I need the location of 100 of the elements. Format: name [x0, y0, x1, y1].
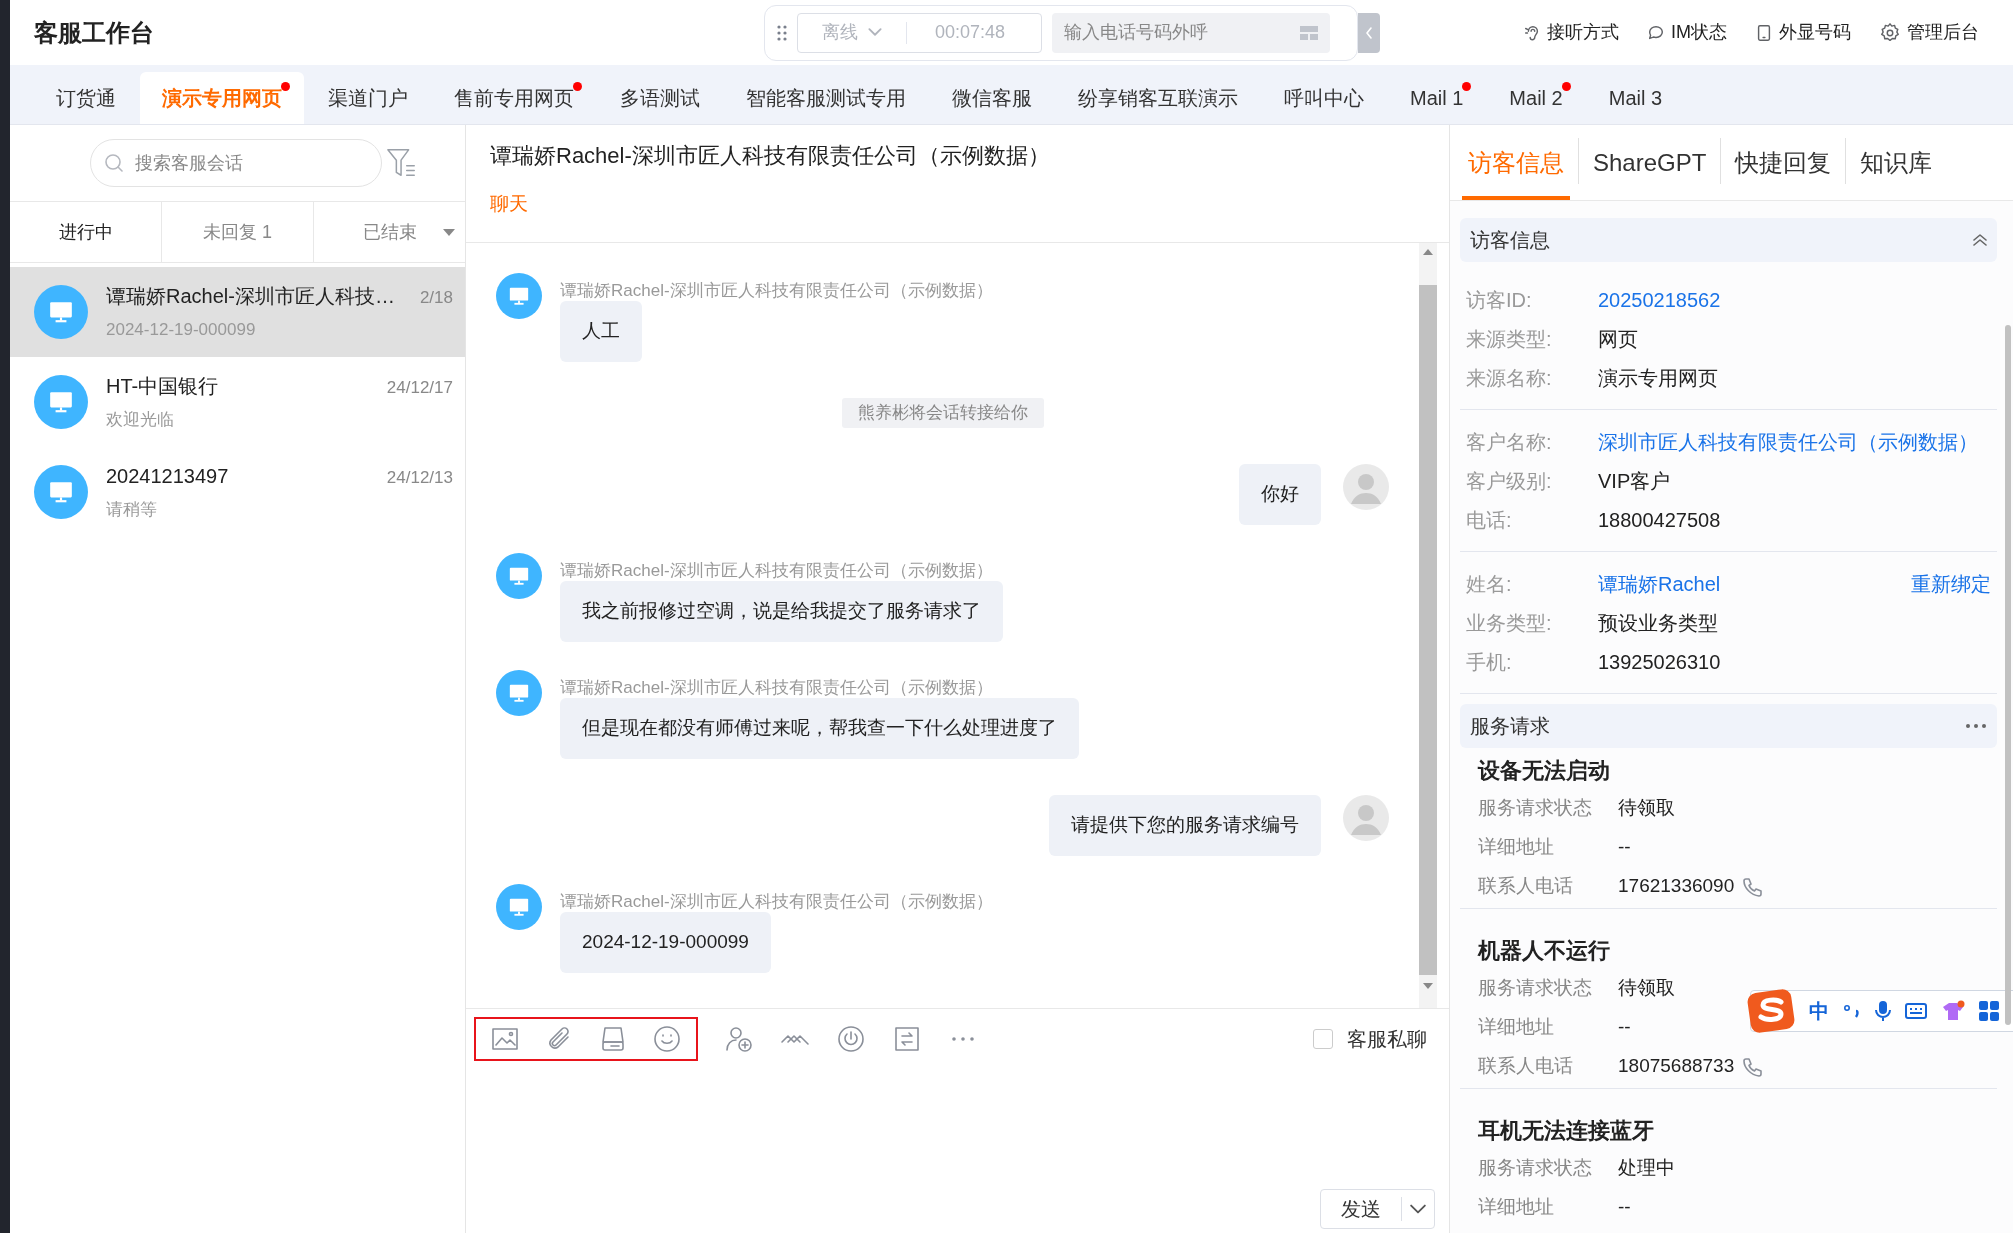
monitor-avatar-icon: [34, 285, 88, 339]
session-name: 谭瑞娇Rachel-深圳市匠人科技…: [106, 284, 395, 310]
scroll-down-icon[interactable]: [1423, 983, 1433, 989]
scroll-up-icon[interactable]: [1423, 249, 1433, 255]
field-link[interactable]: 谭瑞娇Rachel: [1598, 569, 1721, 599]
collapse-icon[interactable]: [1973, 234, 1987, 246]
checkbox[interactable]: [1313, 1029, 1333, 1049]
message-bubble: 请提供下您的服务请求编号: [1049, 795, 1321, 856]
chevron-down-icon: [868, 28, 882, 37]
request-title: 机器人不运行: [1478, 937, 1611, 965]
transfer-icon[interactable]: [892, 1024, 922, 1054]
sender-name: 谭瑞娇Rachel-深圳市匠人科技有限责任公司（示例数据）: [560, 678, 993, 698]
page-tab[interactable]: 售前专用网页: [432, 72, 596, 124]
header-action[interactable]: 接听方式: [1523, 19, 1619, 46]
call-timer: 00:07:48: [934, 21, 1006, 44]
punctuation-icon[interactable]: [1843, 1004, 1861, 1018]
panel-tab[interactable]: 知识库: [1854, 130, 1939, 200]
ear-icon: [1523, 23, 1541, 42]
field-link[interactable]: 深圳市匠人科技有限责任公司（示例数据）: [1598, 427, 1978, 457]
field-label: 访客ID:: [1466, 288, 1533, 313]
field-value: 待领取: [1618, 976, 1675, 1001]
apps-grid-icon[interactable]: [1979, 1001, 1999, 1021]
panel-tab[interactable]: 快捷回复: [1729, 130, 1838, 200]
more-icon[interactable]: [1965, 723, 1987, 729]
field-label: 详细地址: [1478, 835, 1555, 860]
page-tab[interactable]: 订货通: [34, 72, 138, 124]
field-value: 17621336090: [1618, 874, 1735, 899]
field-label: 联系人电话: [1478, 874, 1574, 899]
session-preview: 欢迎光临: [106, 409, 175, 432]
session-time: 2/18: [419, 287, 453, 310]
monitor-avatar-icon: [34, 375, 88, 429]
dropdown-caret-icon: [443, 229, 455, 236]
page-tab[interactable]: 多语测试: [598, 72, 722, 124]
field-value: 网页: [1598, 327, 1638, 352]
section-title: 访客信息: [1470, 228, 1550, 253]
page-tab[interactable]: 呼叫中心: [1262, 72, 1386, 124]
field-label: 来源类型:: [1466, 327, 1553, 352]
page-tab[interactable]: 智能客服测试专用: [724, 72, 928, 124]
field-value: 18075688733: [1618, 1054, 1735, 1079]
message-bubble: 我之前报修过空调，说是给我提交了服务请求了: [560, 581, 1003, 642]
session-name: 20241213497: [106, 464, 229, 490]
sender-name: 谭瑞娇Rachel-深圳市匠人科技有限责任公司（示例数据）: [560, 281, 993, 301]
section-title: 服务请求: [1470, 714, 1550, 739]
field-value: VIP客户: [1598, 469, 1671, 494]
page-tab[interactable]: Mail 3: [1586, 72, 1685, 124]
power-icon[interactable]: [836, 1024, 866, 1054]
status-text: 离线: [822, 21, 858, 44]
ime-logo-icon[interactable]: [1747, 989, 1795, 1033]
page-tab[interactable]: 微信客服: [930, 72, 1054, 124]
header-action[interactable]: 管理后台: [1879, 19, 1979, 46]
field-label: 服务请求状态: [1478, 976, 1593, 1001]
phone-icon[interactable]: [1742, 876, 1763, 897]
shirt-icon[interactable]: [1941, 1000, 1965, 1022]
field-label: 业务类型:: [1466, 611, 1553, 636]
page-tab[interactable]: 纷享销客互联演示: [1056, 72, 1260, 124]
session-name: HT-中国银行: [106, 374, 219, 400]
field-label: 姓名:: [1466, 572, 1513, 597]
search-icon: [104, 153, 124, 173]
phone-icon[interactable]: [1742, 1056, 1763, 1077]
session-item[interactable]: 谭瑞娇Rachel-深圳市匠人科技… 2/18 2024-12-19-000099: [10, 267, 465, 357]
section-header[interactable]: 访客信息: [1460, 218, 1997, 262]
header-action[interactable]: 外显号码: [1755, 19, 1851, 46]
collapse-button[interactable]: [1358, 12, 1380, 53]
rebind-link[interactable]: 重新绑定: [1911, 569, 1991, 599]
add-user-icon[interactable]: [724, 1024, 754, 1054]
page-tab[interactable]: Mail 1: [1388, 72, 1486, 124]
filter-icon[interactable]: [386, 147, 418, 179]
field-link[interactable]: 20250218562: [1598, 285, 1721, 315]
message-bubble: 人工: [560, 301, 642, 362]
checkbox-label: 客服私聊: [1347, 1027, 1427, 1052]
chat-title: 谭瑞娇Rachel-深圳市匠人科技有限责任公司（示例数据）: [490, 142, 1051, 170]
session-time: 24/12/17: [386, 377, 453, 400]
page-tab[interactable]: 渠道门户: [306, 72, 430, 124]
field-value: 18800427508: [1598, 508, 1721, 533]
message-bubble: 你好: [1239, 464, 1321, 525]
system-notice: 熊养彬将会话转接给你: [841, 398, 1044, 428]
chevron-left-icon: [1365, 26, 1373, 39]
scrollbar[interactable]: [1419, 243, 1437, 1008]
field-value: 处理中: [1618, 1156, 1675, 1181]
message-bubble: 但是现在都没有师傅过来呢，帮我查一下什么处理进度了: [560, 698, 1079, 759]
microphone-icon[interactable]: [1875, 1000, 1891, 1022]
page-tab[interactable]: Mail 2: [1487, 72, 1585, 124]
ime-mode[interactable]: 中: [1809, 996, 1829, 1026]
keyboard-icon[interactable]: [1905, 1003, 1927, 1019]
send-button[interactable]: 发送: [1320, 1189, 1435, 1229]
panel-tab[interactable]: ShareGPT: [1587, 130, 1713, 200]
smiley-icon[interactable]: [652, 1024, 682, 1054]
dial-field[interactable]: 输入电话号码外呼: [1052, 12, 1330, 53]
monitor-avatar-icon: [496, 553, 542, 599]
scrollbar[interactable]: [2005, 325, 2011, 1025]
drag-handle-icon[interactable]: [777, 24, 787, 41]
monitor-avatar-icon: [34, 465, 88, 519]
send-label[interactable]: 发送: [1321, 1197, 1402, 1221]
session-preview: 2024-12-19-000099: [106, 319, 257, 342]
message-bubble: 2024-12-19-000099: [560, 912, 771, 973]
request-title: 耳机无法连接蓝牙: [1478, 1117, 1655, 1145]
search-field[interactable]: 搜索客服会话: [90, 139, 382, 187]
field-value: --: [1618, 1015, 1631, 1040]
speech-bubble-icon: [1647, 23, 1665, 42]
header-action[interactable]: IM状态: [1647, 19, 1727, 46]
